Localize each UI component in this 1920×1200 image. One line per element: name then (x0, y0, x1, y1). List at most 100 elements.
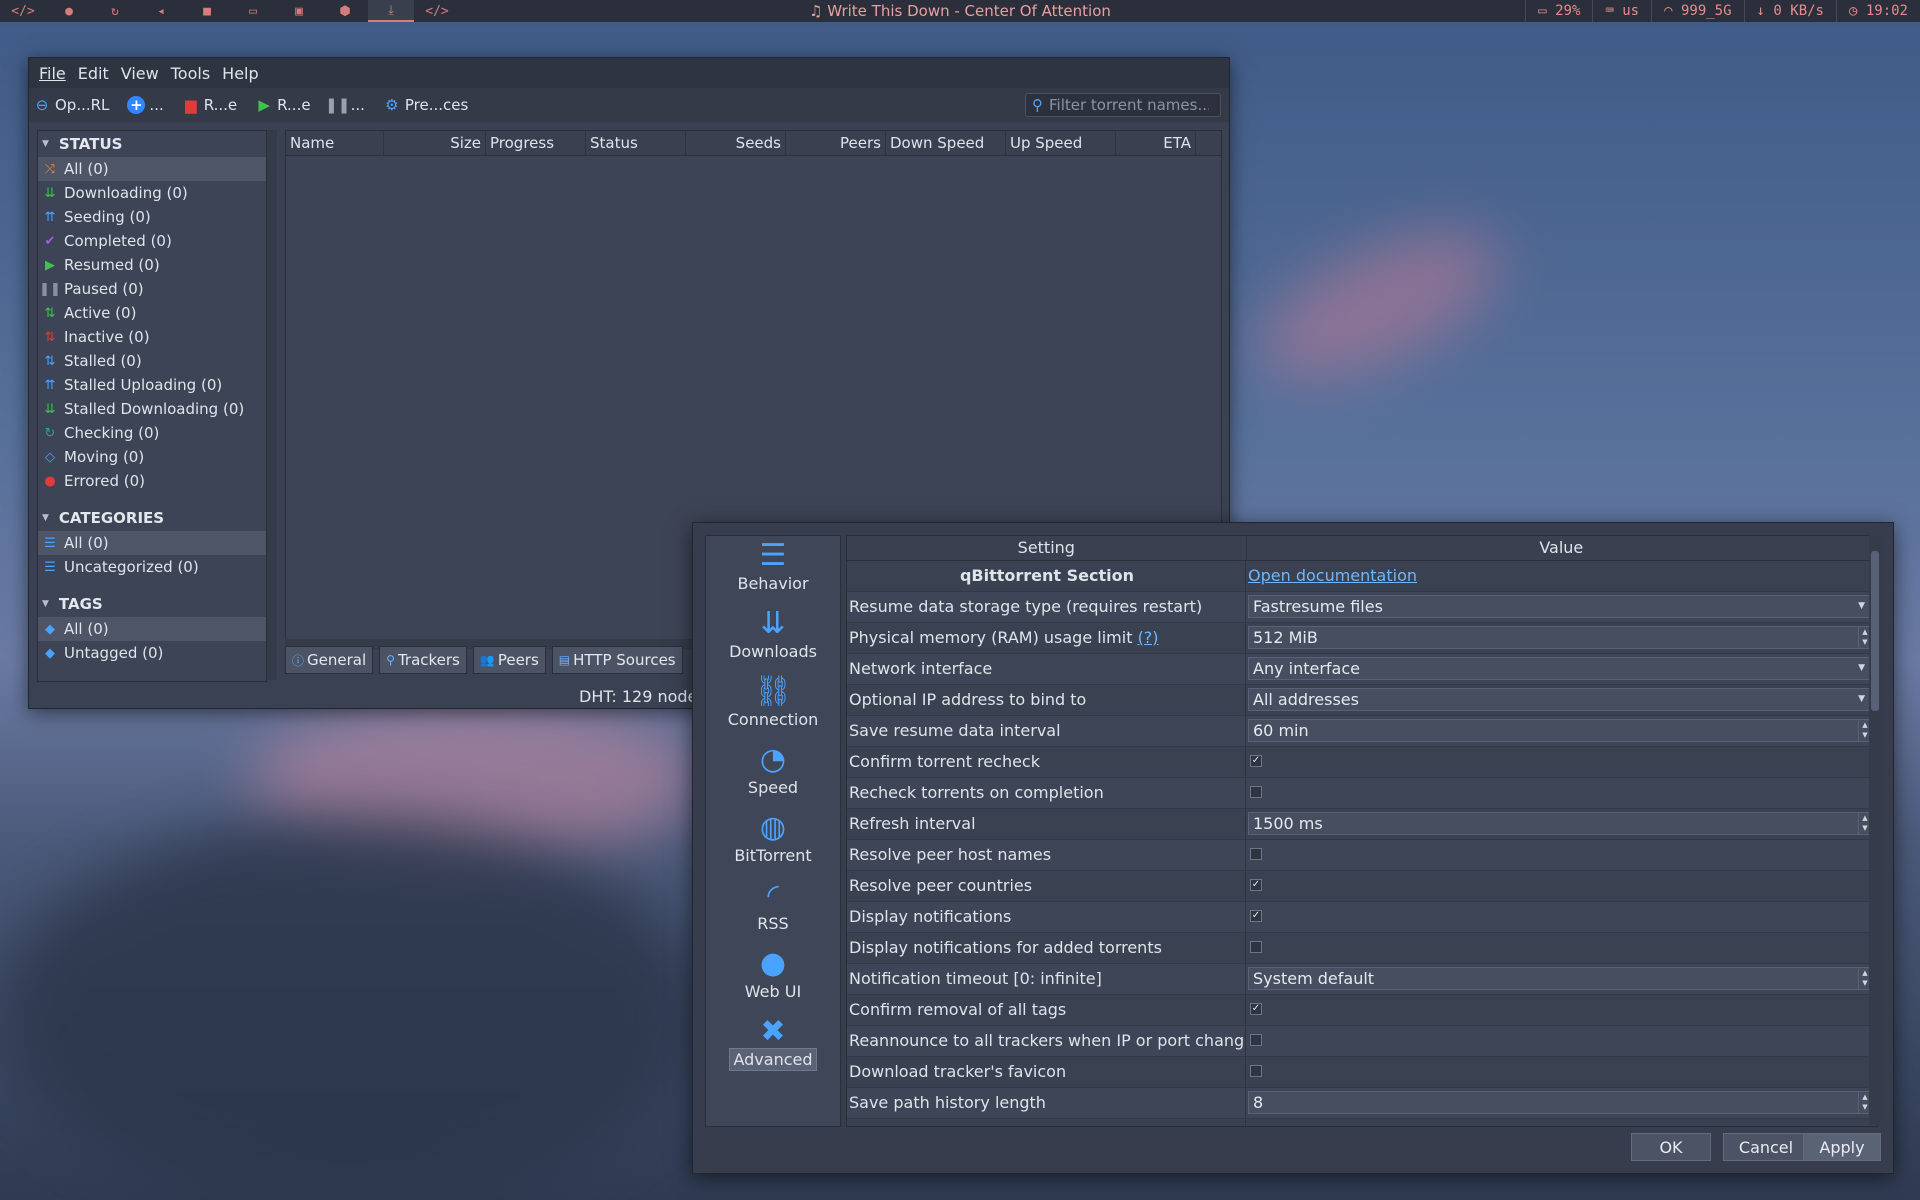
tab-trackers[interactable]: ⚲ Trackers (379, 646, 467, 674)
col-down-speed[interactable]: Down Speed (886, 131, 1006, 155)
wifi-indicator[interactable]: ◠ 999_5G (1651, 0, 1743, 22)
cancel-button[interactable]: Cancel (1723, 1133, 1809, 1161)
workspace-4[interactable]: ◂ (138, 0, 184, 22)
status-active[interactable]: ⇅ Active (0) (38, 301, 266, 325)
workspace-2[interactable]: ● (46, 0, 92, 22)
notification-timeout-spinbox[interactable]: System default ▲ ▼ (1248, 967, 1872, 990)
collapse-arrow-icon: ▼ (42, 139, 49, 149)
display-notifications-checkbox[interactable]: ✓ (1250, 910, 1262, 922)
workspace-6[interactable]: ▭ (230, 0, 276, 22)
menu-view[interactable]: View (115, 64, 165, 83)
resume-button[interactable]: ▶ R...e (255, 96, 310, 114)
nav-bittorrent[interactable]: ◍ BitTorrent (706, 810, 840, 865)
status-stalled[interactable]: ⇅ Stalled (0) (38, 349, 266, 373)
status-seeding[interactable]: ⇈ Seeding (0) (38, 205, 266, 229)
preferences-button[interactable]: ⚙ Pre...ces (383, 96, 468, 114)
scroll-thumb[interactable] (1871, 551, 1879, 711)
sidebar-scrollbar[interactable] (267, 130, 277, 680)
keyboard-layout[interactable]: ⌨ us (1592, 0, 1651, 22)
workspace-5[interactable]: ■ (184, 0, 230, 22)
memory-limit-spinbox[interactable]: 512 MiB ▲ ▼ (1248, 626, 1872, 649)
filter-input[interactable] (1047, 95, 1211, 115)
workspace-10[interactable]: </> (414, 0, 460, 22)
play-icon: ▶ (45, 257, 55, 273)
status-stalled-downloading[interactable]: ⇊ Stalled Downloading (0) (38, 397, 266, 421)
tags-section-header[interactable]: ▼ TAGS (38, 591, 266, 617)
status-all[interactable]: ⤨ All (0) (38, 157, 266, 181)
col-value[interactable]: Value (1247, 536, 1877, 560)
col-progress[interactable]: Progress (486, 131, 586, 155)
status-stalled-uploading[interactable]: ⇈ Stalled Uploading (0) (38, 373, 266, 397)
workspace-8[interactable]: ⬢ (322, 0, 368, 22)
workspace-1[interactable]: </> (0, 0, 46, 22)
category-all[interactable]: ☰ All (0) (38, 531, 266, 555)
path-history-spinbox[interactable]: 8 ▲ ▼ (1248, 1091, 1872, 1114)
workspace-7[interactable]: ▣ (276, 0, 322, 22)
category-uncategorized[interactable]: ☰ Uncategorized (0) (38, 555, 266, 579)
tab-general[interactable]: ⓘ General (285, 646, 374, 674)
menu-edit[interactable]: Edit (72, 64, 115, 83)
open-documentation-link[interactable]: Open documentation (1246, 566, 1417, 585)
nav-connection[interactable]: ⛓ Connection (706, 674, 840, 729)
workspace-3[interactable]: ↻ (92, 0, 138, 22)
open-url-button[interactable]: ⊖ Op...RL (33, 96, 110, 114)
status-resumed[interactable]: ▶ Resumed (0) (38, 253, 266, 277)
tag-all[interactable]: ◆ All (0) (38, 617, 266, 641)
col-status[interactable]: Status (586, 131, 686, 155)
confirm-recheck-checkbox[interactable]: ✓ (1250, 755, 1262, 767)
nav-web-ui[interactable]: ● Web UI (706, 946, 840, 1001)
add-torrent-button[interactable]: +... (127, 96, 164, 114)
menu-tools[interactable]: Tools (165, 64, 216, 83)
resume-storage-combo[interactable]: Fastresume files ▼ (1248, 595, 1872, 618)
apply-button[interactable]: Apply (1803, 1133, 1881, 1161)
col-eta[interactable]: ETA (1116, 131, 1196, 155)
tag-untagged[interactable]: ◆ Untagged (0) (38, 641, 266, 665)
status-paused[interactable]: ❚❚ Paused (0) (38, 277, 266, 301)
recheck-completion-checkbox[interactable] (1250, 786, 1262, 798)
menu-file[interactable]: File (33, 64, 72, 83)
ok-button[interactable]: OK (1631, 1133, 1711, 1161)
resolve-countries-checkbox[interactable]: ✓ (1250, 879, 1262, 891)
tracker-favicon-checkbox[interactable] (1250, 1065, 1262, 1077)
nav-behavior[interactable]: ☰ Behavior (706, 538, 840, 593)
remove-button[interactable]: ▆ R...e (182, 96, 237, 114)
pause-button[interactable]: ❚❚... (325, 96, 365, 114)
bind-ip-combo[interactable]: All addresses ▼ (1248, 688, 1872, 711)
nav-advanced[interactable]: ✖ Advanced (706, 1014, 840, 1071)
error-icon: ● (44, 473, 56, 489)
menu-help[interactable]: Help (216, 64, 264, 83)
setting-label: Network interface (847, 654, 1246, 684)
status-checking[interactable]: ↻ Checking (0) (38, 421, 266, 445)
col-size[interactable]: Size (384, 131, 486, 155)
settings-scrollbar[interactable] (1869, 535, 1881, 1125)
setting-row: Display notifications ✓ (847, 902, 1877, 933)
notify-added-checkbox[interactable] (1250, 941, 1262, 953)
network-interface-combo[interactable]: Any interface ▼ (1248, 657, 1872, 680)
confirm-remove-tags-checkbox[interactable]: ✓ (1250, 1003, 1262, 1015)
col-seeds[interactable]: Seeds (686, 131, 786, 155)
help-link[interactable]: (?) (1138, 628, 1159, 647)
status-errored[interactable]: ● Errored (0) (38, 469, 266, 493)
col-peers[interactable]: Peers (786, 131, 886, 155)
status-completed[interactable]: ✔ Completed (0) (38, 229, 266, 253)
tag-icon: ◆ (45, 645, 55, 661)
resume-interval-spinbox[interactable]: 60 min ▲ ▼ (1248, 719, 1872, 742)
workspace-9[interactable]: ⤓ (368, 0, 414, 22)
col-up-speed[interactable]: Up Speed (1006, 131, 1116, 155)
nav-downloads[interactable]: ⇊ Downloads (706, 606, 840, 661)
setting-label: Notification timeout [0: infinite] (847, 964, 1246, 994)
col-name[interactable]: Name (286, 131, 384, 155)
col-setting[interactable]: Setting (847, 536, 1247, 560)
nav-rss[interactable]: ◜ RSS (706, 878, 840, 933)
tab-peers[interactable]: 👥 Peers (472, 646, 546, 674)
nav-speed[interactable]: ◔ Speed (706, 742, 840, 797)
tab-http-sources[interactable]: ▤ HTTP Sources (551, 646, 683, 674)
categories-section-header[interactable]: ▼ CATEGORIES (38, 505, 266, 531)
status-section-header[interactable]: ▼ STATUS (38, 131, 266, 157)
status-moving[interactable]: ◇ Moving (0) (38, 445, 266, 469)
reannounce-checkbox[interactable] (1250, 1034, 1262, 1046)
resolve-hostnames-checkbox[interactable] (1250, 848, 1262, 860)
status-inactive[interactable]: ⇅ Inactive (0) (38, 325, 266, 349)
refresh-interval-spinbox[interactable]: 1500 ms ▲ ▼ (1248, 812, 1872, 835)
status-downloading[interactable]: ⇊ Downloading (0) (38, 181, 266, 205)
